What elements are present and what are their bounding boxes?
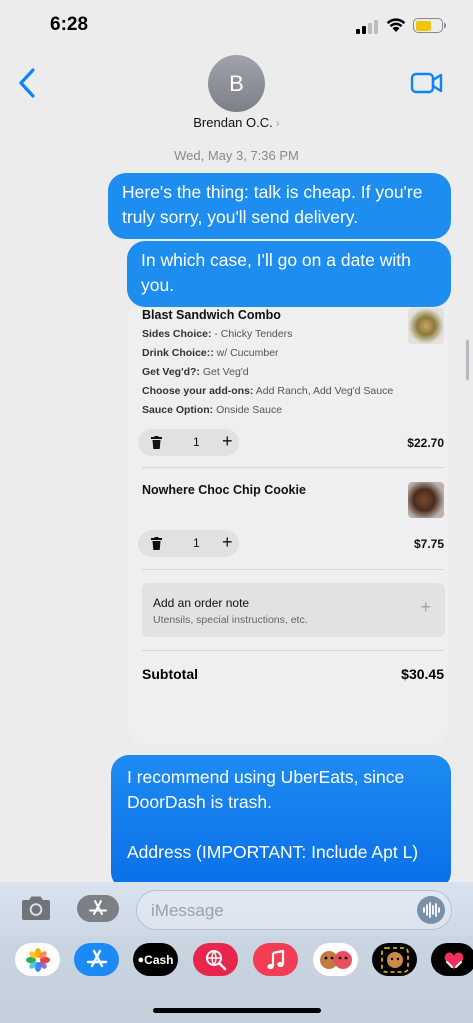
memoji-stickers-app-icon[interactable]: [372, 943, 417, 976]
item-option: Sauce Option: Onside Sauce: [142, 404, 283, 416]
message-input-bar: iMessage: [0, 882, 473, 936]
sent-message-bubble[interactable]: Here's the thing: talk is cheap. If you'…: [108, 173, 451, 239]
conversation-header: B Brendan O.C. ›: [0, 52, 473, 144]
apple-cash-label: Cash: [144, 952, 174, 967]
item-option: Choose your add-ons: Add Ranch, Add Veg'…: [142, 385, 394, 397]
app-store-icon: [89, 900, 107, 915]
quantity-value: 1: [193, 435, 200, 449]
music-note-icon: [266, 949, 284, 969]
avatar-initial: B: [229, 70, 244, 96]
quantity-stepper: 1 +: [138, 530, 239, 557]
photos-flower-icon: [25, 947, 50, 972]
cellular-signal-icon: [356, 20, 378, 34]
globe-search-icon: [205, 949, 226, 970]
video-call-icon[interactable]: [410, 70, 444, 96]
subtotal-value: $30.45: [401, 666, 444, 682]
divider: [142, 569, 444, 570]
item-name: Blast Sandwich Combo: [142, 308, 281, 322]
contact-chevron-icon: ›: [275, 116, 280, 130]
status-bar: 6:28: [0, 0, 473, 52]
order-note-hint: Utensils, special instructions, etc.: [153, 614, 308, 626]
status-time: 6:28: [50, 14, 89, 35]
plus-icon: +: [420, 597, 431, 617]
item-price: $7.75: [413, 537, 444, 551]
wifi-icon: [386, 18, 406, 32]
item-option: Sides Choice: - Chicky Tenders: [142, 328, 293, 340]
quantity-stepper: 1 +: [138, 429, 239, 456]
contact-avatar[interactable]: B: [208, 55, 265, 112]
divider: [142, 467, 444, 468]
app-store-button[interactable]: [77, 895, 119, 922]
memoji-app-icon[interactable]: [313, 943, 358, 976]
digital-touch-app-icon[interactable]: [431, 943, 473, 976]
quantity-value: 1: [193, 536, 200, 550]
imessage-input[interactable]: iMessage: [136, 890, 452, 930]
waveform-icon: [423, 902, 440, 918]
plus-icon: +: [222, 431, 233, 451]
app-store-glyph-icon: [86, 949, 107, 967]
trash-icon: [151, 537, 162, 550]
photos-app-icon[interactable]: [15, 943, 60, 976]
item-name: Nowhere Choc Chip Cookie: [142, 483, 306, 497]
memoji-sticker-icon: [380, 946, 409, 973]
audio-message-button[interactable]: [417, 896, 445, 924]
trash-icon: [151, 436, 162, 449]
web-search-app-icon[interactable]: [193, 943, 238, 976]
memoji-faces-icon: [319, 950, 352, 969]
plus-icon: +: [222, 532, 233, 552]
apple-cash-app-icon[interactable]: ● Cash: [133, 943, 178, 976]
scroll-indicator[interactable]: [466, 340, 469, 380]
app-store-app-icon[interactable]: [74, 943, 119, 976]
item-option: Drink Choice:: w/ Cucumber: [142, 347, 279, 359]
order-note-box: Add an order note Utensils, special inst…: [142, 583, 445, 637]
camera-icon[interactable]: [19, 894, 53, 922]
item-option: Get Veg'd?: Get Veg'd: [142, 366, 249, 378]
subtotal-label: Subtotal: [142, 666, 198, 682]
back-chevron-icon[interactable]: [14, 66, 40, 100]
music-app-icon[interactable]: [253, 943, 298, 976]
order-screenshot-image[interactable]: Blast Sandwich Combo Sides Choice: - Chi…: [128, 308, 448, 745]
apple-logo-icon: ●: [137, 953, 145, 966]
sandwich-thumbnail-image: [408, 308, 444, 344]
sent-message-bubble[interactable]: I recommend using UberEats, since DoorDa…: [111, 755, 451, 890]
cookie-thumbnail-image: [408, 482, 444, 518]
contact-name-button[interactable]: Brendan O.C. ›: [0, 115, 473, 130]
item-price: $22.70: [407, 436, 444, 450]
home-indicator[interactable]: [153, 1008, 321, 1013]
order-note-title: Add an order note: [153, 596, 250, 610]
heart-hands-icon: [444, 952, 463, 969]
contact-name: Brendan O.C.: [193, 115, 273, 130]
battery-icon: [413, 18, 446, 33]
divider: [142, 650, 444, 651]
battery-level: [415, 20, 431, 31]
message-timestamp: Wed, May 3, 7:36 PM: [174, 148, 299, 163]
imessage-placeholder: iMessage: [151, 901, 224, 920]
sent-message-bubble[interactable]: In which case, I'll go on a date with yo…: [127, 241, 451, 307]
